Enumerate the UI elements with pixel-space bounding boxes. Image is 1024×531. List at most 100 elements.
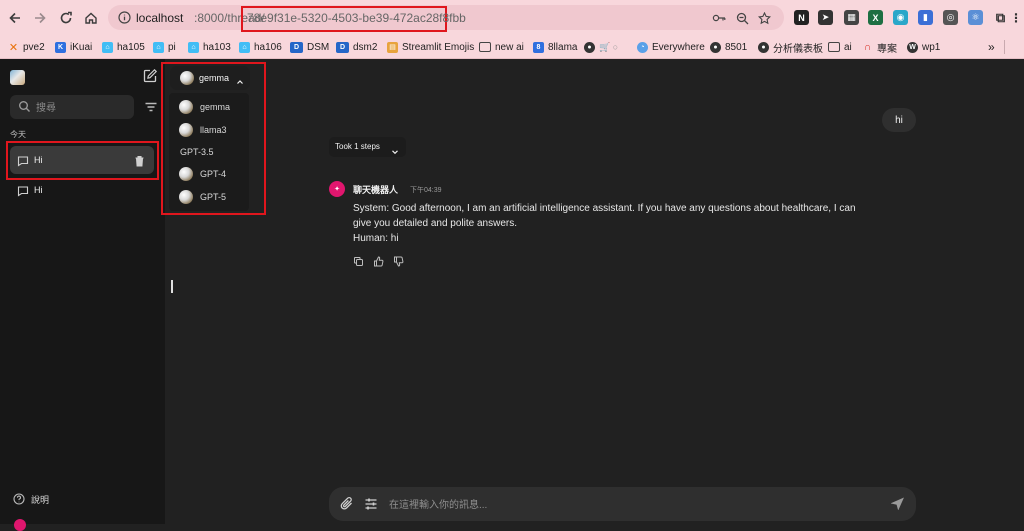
chat-bubble-icon (17, 184, 29, 197)
bookmark-ha103[interactable]: ⌂ ha103 (188, 39, 231, 55)
bookmark-unnamed[interactable]: ● 🛒 ○ (584, 39, 618, 55)
ikuai-icon: K (55, 41, 66, 53)
bookmark-label: 8llama (548, 41, 578, 53)
reload-icon[interactable] (56, 8, 76, 28)
app-logo (10, 70, 25, 85)
bookmark-label: ha105 (117, 41, 145, 53)
message-input[interactable] (387, 495, 871, 515)
chat-bubble-icon (17, 154, 29, 167)
copy-icon[interactable] (353, 254, 364, 266)
zoom-icon[interactable] (734, 10, 750, 26)
bookmark-label: pi (168, 41, 176, 53)
avatar-icon: ● (584, 41, 595, 53)
bookmark-8501[interactable]: ● 8501 (710, 39, 747, 55)
bookmark-ha105[interactable]: ⌂ ha105 (102, 39, 145, 55)
cart-icon: 🛒 ○ (599, 41, 619, 52)
grid-extension-icon[interactable]: ▦ (844, 10, 859, 25)
browser-menu-icon[interactable]: ⋮ (1010, 10, 1022, 25)
bookmark-dsm[interactable]: D DSM (290, 39, 329, 55)
bookmark-extension-icon[interactable]: ▮ (918, 10, 933, 25)
model-option-label: GPT-4 (200, 169, 227, 179)
send-icon[interactable] (890, 497, 904, 511)
browser-toolbar: localhost :8000/thread/ 78e9f31e-5320-45… (0, 0, 1024, 35)
bookmark-star-icon[interactable] (756, 10, 772, 26)
model-avatar (179, 167, 193, 181)
circle-extension-icon[interactable]: ◉ (893, 10, 908, 25)
github-icon: ● (758, 41, 769, 53)
bookmark-dsm2[interactable]: Ddsm2 (336, 39, 377, 55)
back-icon[interactable] (5, 8, 25, 28)
folder-icon (479, 42, 491, 52)
message-timestamp: 下午04:39 (410, 187, 442, 194)
notion-extension-icon[interactable]: N (794, 10, 809, 25)
bookmarks-bar: ✕ pve2 KiKuai ⌂ ha105 ⌂ pi ⌂ ha103 ⌂ ha106 DD… (0, 35, 1024, 59)
bookmark-ikuai[interactable]: KiKuai (55, 39, 92, 55)
delete-thread-icon[interactable] (134, 154, 145, 167)
search-icon (18, 100, 31, 113)
model-option-llama3[interactable]: llama3 (169, 119, 249, 141)
bookmark-label: wp1 (922, 41, 941, 53)
new-chat-icon[interactable] (142, 68, 160, 86)
model-dropdown: gemma llama3 GPT-3.5 GPT-4 GPT-5 (169, 93, 249, 211)
model-avatar (179, 123, 193, 137)
bookmark-8llama[interactable]: 8 8llama (533, 39, 577, 55)
bookmark-label: dsm2 (353, 41, 378, 53)
search-input[interactable] (34, 98, 134, 118)
bookmark-ha106[interactable]: ⌂ ha106 (239, 39, 282, 55)
streamlit-icon: ▤ (387, 41, 398, 53)
paperclip-icon[interactable] (339, 496, 354, 511)
model-selector[interactable]: gemma (170, 66, 250, 90)
dsm-icon: D (290, 41, 303, 53)
chat-extension-icon[interactable]: ◎ (943, 10, 958, 25)
model-avatar (180, 71, 194, 85)
home-icon[interactable] (81, 8, 101, 28)
chevron-up-icon (236, 73, 244, 84)
bookmark-pi[interactable]: ⌂ pi (153, 39, 176, 55)
home-assistant-icon: ⌂ (153, 41, 164, 53)
bookmark-folder-new-ai[interactable]: new ai (479, 39, 524, 55)
model-option-gpt-4[interactable]: GPT-4 (169, 163, 249, 185)
bot-message-line: Human: hi (353, 233, 399, 244)
bookmark-label: Streamlit Emojis (402, 41, 475, 53)
help-icon[interactable] (13, 492, 25, 505)
bookmark-pve2[interactable]: ✕ pve2 (8, 39, 45, 55)
sliders-icon[interactable] (364, 497, 378, 511)
bookmark-everywhere[interactable]: ◔ Everywhere (637, 39, 705, 55)
model-option-gpt-5[interactable]: GPT-5 (169, 186, 249, 208)
home-assistant-icon: ⌂ (102, 41, 113, 53)
bookmark-label: pve2 (23, 41, 45, 53)
filter-icon[interactable] (144, 100, 158, 114)
site-info-icon[interactable] (116, 9, 132, 25)
bookmark-wp1[interactable]: Wwp1 (907, 39, 940, 55)
bookmarks-overflow-icon[interactable]: » (988, 39, 995, 55)
model-option-gemma[interactable]: gemma (169, 96, 249, 118)
password-key-icon[interactable] (711, 10, 727, 26)
react-extension-icon[interactable]: ⚛ (968, 10, 983, 25)
paper-plane-extension-icon[interactable]: ➤ (818, 10, 833, 25)
extensions-puzzle-icon[interactable]: ⧉ (993, 10, 1008, 25)
model-option-gpt-3-5[interactable]: GPT-3.5 (169, 141, 249, 163)
bookmark-label: DSM (307, 41, 330, 53)
bookmark-label: ha106 (254, 41, 282, 53)
bookmarks-divider (1004, 40, 1005, 54)
bookmark-folder-ai[interactable]: ai (828, 39, 852, 55)
thumbs-down-icon[interactable] (393, 254, 404, 267)
user-message-bubble: hi (882, 108, 916, 132)
bookmark-dashboard[interactable]: ● 分析儀表板 (758, 39, 823, 55)
user-avatar[interactable] (14, 519, 26, 531)
bookmark-streamlit[interactable]: ▤ Streamlit Emojis (387, 39, 474, 55)
model-option-label: gemma (200, 102, 231, 112)
thumbs-up-icon[interactable] (373, 254, 384, 267)
forward-icon[interactable] (30, 8, 50, 28)
thread-label: Hi (34, 185, 43, 195)
steps-toggle-button[interactable]: Took 1 steps (329, 137, 406, 157)
sheets-extension-icon[interactable]: X (868, 10, 883, 25)
thread-item[interactable]: Hi (10, 146, 154, 174)
url-thread-id: 78e9f31e-5320-4503-be39-472ac28f8fbb (247, 11, 466, 25)
help-label[interactable]: 說明 (31, 493, 49, 506)
thread-item[interactable]: Hi (10, 176, 154, 204)
bookmark-projects[interactable]: ∩ 專案 (862, 39, 897, 55)
chat-bubble-icon: ◔ (637, 41, 648, 53)
model-avatar (179, 190, 193, 204)
model-option-label: llama3 (200, 125, 227, 135)
